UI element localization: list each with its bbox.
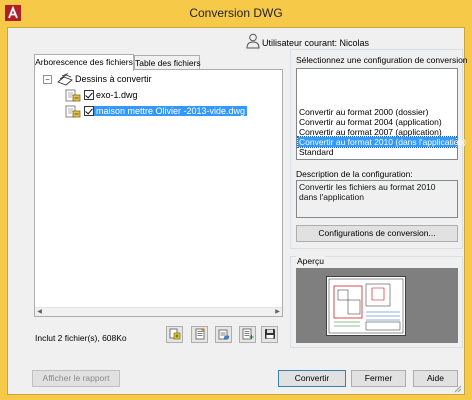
scroll-left-icon[interactable]: ◀ bbox=[35, 309, 44, 316]
file-checkbox[interactable] bbox=[84, 90, 94, 100]
tab-label: Arborescence des fichiers bbox=[35, 57, 133, 67]
config-option[interactable]: Convertir au format 2000 (dossier) bbox=[298, 107, 456, 117]
dialog-body: Utilisateur courant: Nicolas Arborescenc… bbox=[7, 27, 468, 395]
append-list-button[interactable] bbox=[239, 326, 256, 343]
close-button[interactable]: Fermer bbox=[351, 370, 406, 387]
dwg-convert-window: Conversion DWG Utilisateur courant: Nico… bbox=[0, 0, 472, 400]
config-option[interactable]: Convertir au format 2007 (application) bbox=[298, 127, 456, 137]
dwg-file-icon bbox=[65, 105, 81, 118]
config-option[interactable]: Convertir au format 2004 (application) bbox=[298, 117, 456, 127]
files-summary: Inclut 2 fichier(s), 608Ko bbox=[35, 333, 127, 343]
resize-grip-icon[interactable] bbox=[454, 385, 462, 393]
title-bar[interactable]: Conversion DWG bbox=[0, 0, 472, 27]
tab-label: Table des fichiers bbox=[135, 58, 201, 68]
window-title: Conversion DWG bbox=[189, 6, 283, 20]
file-name: exo-1.dwg bbox=[96, 90, 138, 100]
tab-file-tree[interactable]: Arborescence des fichiers bbox=[34, 54, 134, 71]
add-file-icon bbox=[169, 328, 181, 342]
current-user-label: Utilisateur courant: Nicolas bbox=[262, 38, 370, 48]
add-list-button[interactable] bbox=[191, 326, 208, 343]
preview-label: Aperçu bbox=[296, 256, 325, 266]
tree-root[interactable]: − Dessins à convertir bbox=[43, 72, 154, 86]
user-icon bbox=[246, 33, 260, 49]
tree-file-row[interactable]: maison mettre Olivier -2013-vide.dwg bbox=[65, 104, 248, 118]
open-list-icon bbox=[218, 328, 230, 342]
tree-file-row[interactable]: exo-1.dwg bbox=[65, 88, 140, 102]
config-listbox[interactable]: Convertir au format 2000 (dossier) Conve… bbox=[296, 68, 466, 160]
open-list-button[interactable] bbox=[215, 326, 232, 343]
horizontal-scrollbar[interactable]: ◀ ▶ bbox=[35, 307, 282, 316]
tab-file-table[interactable]: Table des fichiers bbox=[134, 55, 201, 70]
autocad-logo-icon bbox=[4, 4, 22, 22]
description-label: Description de la configuration: bbox=[296, 169, 413, 179]
drawings-folder-icon bbox=[57, 72, 73, 86]
convert-button[interactable]: Convertir bbox=[278, 370, 346, 387]
save-list-icon bbox=[264, 328, 276, 342]
config-description: Convertir les fichiers au format 2010 da… bbox=[296, 180, 458, 218]
save-list-button[interactable] bbox=[261, 326, 278, 343]
drawing-preview bbox=[296, 268, 458, 343]
dwg-file-icon bbox=[65, 89, 81, 102]
file-tree[interactable]: − Dessins à convertir exo-1.dwg maison m… bbox=[34, 69, 283, 317]
file-name-selected: maison mettre Olivier -2013-vide.dwg bbox=[94, 106, 248, 116]
file-checkbox[interactable] bbox=[84, 106, 94, 116]
add-file-button[interactable] bbox=[166, 326, 183, 343]
drawing-thumbnail bbox=[326, 276, 406, 336]
config-prompt: Sélectionnez une configuration de conver… bbox=[296, 55, 468, 65]
show-report-button[interactable]: Afficher le rapport bbox=[32, 370, 120, 387]
append-list-icon bbox=[242, 328, 254, 342]
help-button[interactable]: Aide bbox=[413, 370, 458, 387]
collapse-icon[interactable]: − bbox=[43, 74, 52, 84]
scroll-right-icon[interactable]: ▶ bbox=[273, 309, 282, 316]
tree-root-label: Dessins à convertir bbox=[75, 74, 152, 84]
config-option-selected[interactable]: Convertir au format 2010 (dans l'applica… bbox=[297, 136, 466, 148]
add-list-icon bbox=[194, 328, 206, 342]
config-option[interactable]: Standard bbox=[298, 147, 456, 157]
conversion-configs-button[interactable]: Configurations de conversion... bbox=[296, 225, 458, 242]
